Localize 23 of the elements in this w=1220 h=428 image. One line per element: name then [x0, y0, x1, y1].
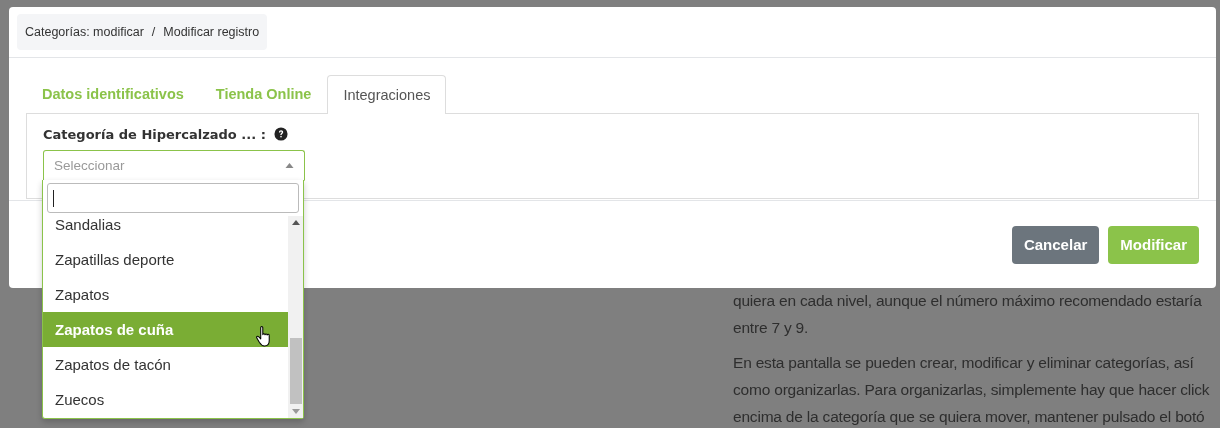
help-text-line: quiera en cada nivel, aunque el número máximo recomendado estaría — [733, 291, 1203, 311]
scroll-down-icon[interactable] — [291, 409, 300, 414]
help-text-line: encima de la categoría que se quiera mover, mantener pulsado el botó — [733, 407, 1206, 427]
dropdown-option[interactable]: Sandalias — [43, 216, 288, 242]
field-label: Categoría de Hipercalzado ... : — [43, 126, 266, 142]
breadcrumb-item[interactable]: Categorías: modificar — [25, 25, 144, 39]
cancel-button[interactable]: Cancelar — [1011, 225, 1100, 264]
breadcrumb-item: Modificar registro — [163, 25, 260, 39]
search-field[interactable] — [47, 183, 299, 213]
dropdown-option[interactable]: Zapatos — [43, 277, 288, 312]
help-text-line: como organizarlas. Para organizarlas, simplemente hay que hacer click — [733, 380, 1210, 400]
tab[interactable]: Integraciones — [327, 75, 447, 114]
dropdown-option[interactable]: Zapatos de tacón — [43, 347, 288, 382]
dropdown-option[interactable]: Zuecos — [43, 382, 288, 417]
dropdown-option[interactable]: Zapatillas deporte — [43, 242, 288, 277]
hand-cursor-icon — [256, 325, 273, 348]
caret-icon — [285, 163, 294, 168]
help-text-line: En esta pantalla se pueden crear, modificar y eliminar categorías, así — [733, 353, 1195, 373]
help-text-line: entre 7 y 9. — [733, 318, 810, 338]
breadcrumb-separator: / — [151, 25, 156, 39]
scroll-up-icon[interactable] — [291, 220, 300, 225]
help-icon[interactable] — [273, 127, 288, 141]
scrollbar[interactable] — [288, 216, 303, 418]
